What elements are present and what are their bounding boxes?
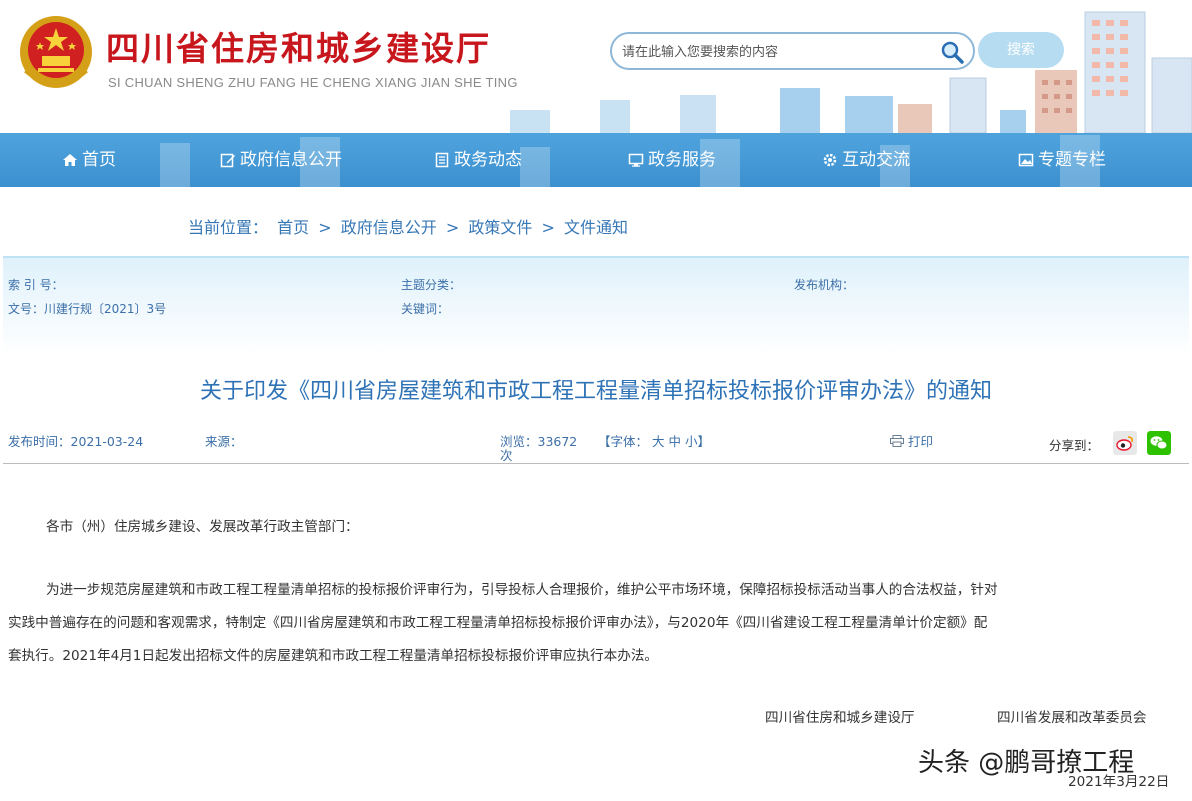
image-icon [1018,153,1034,167]
printer-icon [890,435,904,447]
nav-item-home[interactable]: 首页 [62,133,116,187]
meta-divider [3,463,1189,464]
breadcrumb-link-notices[interactable]: 文件通知 [564,218,628,237]
weibo-icon[interactable] [1113,431,1137,455]
nav-item-label: 政务动态 [454,150,522,170]
body-line: 实践中普遍存在的问题和客观需求，特制定《四川省房屋建筑和市政工程工程量清单招标投… [8,615,988,631]
signer-housing-dept: 四川省住房和城乡建设厅 [765,710,915,726]
body-line: 套执行。2021年4月1日起发出招标文件的房屋建筑和市政工程工程量清单招标投标报… [8,648,659,664]
national-emblem-icon [20,16,92,88]
topic-category-label: 主题分类： [401,278,462,292]
salutation: 各市（州）住房城乡建设、发展改革行政主管部门： [46,519,359,535]
site-pinyin-subtitle: SI CHUAN SHENG ZHU FANG HE CHENG XIANG J… [108,75,518,90]
document-number: 文号：川建行规〔2021〕3号 [8,302,167,316]
signer-ndrc: 四川省发展和改革委员会 [997,710,1147,726]
gear-icon [823,153,837,167]
nav-item-label: 政务服务 [648,150,716,170]
publisher-label: 发布机构： [794,278,855,292]
search-button[interactable]: 搜索 [978,32,1064,68]
index-number-label: 索 引 号： [8,278,64,292]
breadcrumb-link-home[interactable]: 首页 [277,218,309,237]
body-line: 为进一步规范房屋建筑和市政工程工程量清单招标的投标报价评审行为，引导投标人合理报… [46,582,998,598]
nav-item-topics[interactable]: 专题专栏 [1018,133,1106,187]
nav-item-gov-info[interactable]: 政府信息公开 [220,133,342,187]
print-label: 打印 [907,434,933,449]
nav-item-services[interactable]: 政务服务 [628,133,716,187]
source-label: 来源： [205,434,243,449]
document-info-panel: 索 引 号： 主题分类： 发布机构： 文号：川建行规〔2021〕3号 关键词： [3,256,1189,354]
breadcrumb: 当前位置： 首页 > 政府信息公开 > 政策文件 > 文件通知 [188,214,632,238]
print-button[interactable]: 打印 [890,431,933,450]
monitor-icon [628,153,644,167]
breadcrumb-prefix: 当前位置： [188,218,269,237]
publish-date: 发布时间：2021-03-24 [8,434,144,449]
site-header: 四川省住房和城乡建设厅 SI CHUAN SHENG ZHU FANG HE C… [0,0,1192,133]
font-size-control: 【字体： 大 中 小】 [598,431,710,450]
nav-item-interaction[interactable]: 互动交流 [822,133,910,187]
wechat-icon[interactable] [1147,431,1171,455]
breadcrumb-link-policy[interactable]: 政策文件 [468,218,532,237]
search-icon[interactable] [939,39,965,65]
font-size-medium[interactable]: 中 [669,434,682,449]
home-icon [63,154,77,166]
document-icon [435,152,449,168]
breadcrumb-separator: > [541,218,555,237]
nav-item-label: 互动交流 [842,150,910,170]
nav-item-label: 政府信息公开 [240,150,342,170]
toutiao-watermark: 头条 @鹏哥撩工程 [918,748,1135,778]
share-label: 分享到： [1049,438,1100,453]
main-nav: 首页 政府信息公开 政务动态 政务服务 互动交流 专题专栏 [0,133,1192,187]
nav-item-label: 专题专栏 [1038,150,1106,170]
font-size-small[interactable]: 小】 [685,434,710,449]
nav-background-pattern [160,135,1100,187]
font-size-large[interactable]: 大 [652,434,665,449]
keywords-label: 关键词： [401,302,450,316]
view-count-unit: 次 [500,448,513,463]
search-input[interactable] [622,42,932,62]
nav-item-news[interactable]: 政务动态 [434,133,522,187]
breadcrumb-separator: > [445,218,460,237]
nav-item-label: 首页 [82,150,116,170]
edit-icon [220,153,235,168]
document-title: 关于印发《四川省房屋建筑和市政工程工程量清单招标投标报价评审办法》的通知 [199,379,992,404]
search-box [610,32,975,70]
breadcrumb-link-gov-info[interactable]: 政府信息公开 [341,218,437,237]
breadcrumb-separator: > [318,218,332,237]
font-size-prefix: 【字体： [598,434,649,449]
site-title: 四川省住房和城乡建设厅 [106,29,491,68]
